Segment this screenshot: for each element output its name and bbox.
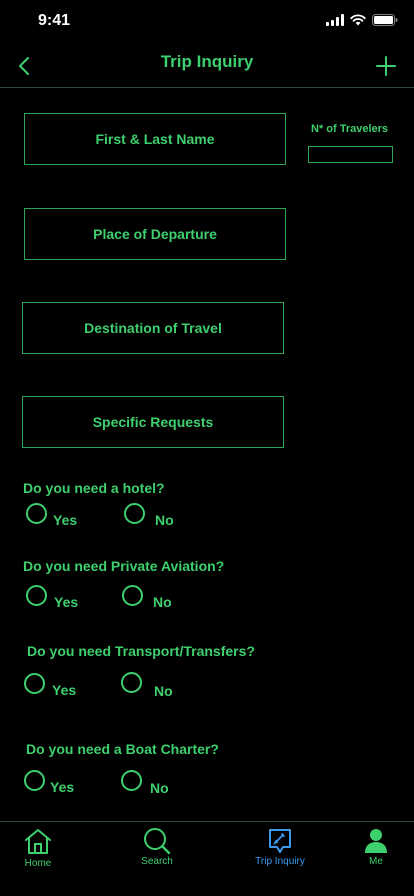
tab-me[interactable]: Me	[336, 822, 414, 882]
status-icons	[326, 14, 398, 26]
hotel-question: Do you need a hotel?	[23, 480, 165, 496]
departure-field-label: Place of Departure	[93, 226, 217, 242]
tab-search-label: Search	[141, 856, 173, 867]
tab-bar: Home Search Trip Inquiry Me	[0, 821, 414, 896]
plus-icon	[376, 56, 396, 76]
add-button[interactable]	[374, 54, 398, 78]
tab-me-label: Me	[369, 856, 383, 867]
nav-bar: Trip Inquiry	[0, 44, 414, 88]
aviation-no-label: No	[153, 594, 172, 610]
hotel-yes-label: Yes	[53, 512, 78, 528]
wifi-icon	[350, 14, 366, 26]
tab-home-label: Home	[24, 858, 52, 869]
departure-field[interactable]: Place of Departure	[24, 208, 286, 260]
name-field[interactable]: First & Last Name	[24, 113, 286, 165]
tab-home[interactable]: Home	[0, 822, 78, 882]
transport-no-radio[interactable]	[121, 672, 142, 693]
aviation-no-radio[interactable]	[122, 585, 143, 606]
search-icon	[144, 828, 171, 855]
home-icon	[25, 829, 51, 854]
boat-no-label: No	[150, 780, 169, 796]
status-bar: 9:41	[0, 0, 414, 44]
tab-search[interactable]: Search	[117, 822, 197, 882]
requests-field-label: Specific Requests	[92, 414, 214, 430]
transport-question: Do you need Transport/Transfers?	[27, 643, 255, 659]
person-icon	[365, 829, 387, 853]
destination-field-label: Destination of Travel	[84, 320, 222, 336]
hotel-no-radio[interactable]	[124, 503, 145, 524]
aviation-yes-radio[interactable]	[26, 585, 47, 606]
status-time: 9:41	[38, 12, 71, 29]
tab-trip-inquiry-label: Trip Inquiry	[255, 856, 305, 867]
transport-no-label: No	[154, 683, 173, 699]
battery-icon	[372, 14, 398, 26]
name-field-label: First & Last Name	[95, 131, 215, 147]
page-title: Trip Inquiry	[160, 52, 254, 71]
boat-yes-label: Yes	[50, 779, 75, 795]
transport-yes-radio[interactable]	[24, 673, 45, 694]
aviation-yes-label: Yes	[54, 594, 79, 610]
hotel-yes-radio[interactable]	[26, 503, 47, 524]
requests-field[interactable]: Specific Requests	[22, 396, 284, 448]
destination-field[interactable]: Destination of Travel	[22, 302, 284, 354]
aviation-question: Do you need Private Aviation?	[23, 558, 225, 574]
travelers-label: N* of Travelers	[311, 123, 389, 135]
tab-trip-inquiry[interactable]: Trip Inquiry	[240, 822, 320, 882]
travelers-input[interactable]	[308, 146, 393, 163]
boat-question: Do you need a Boat Charter?	[26, 741, 219, 757]
boat-yes-radio[interactable]	[24, 770, 45, 791]
hotel-no-label: No	[155, 512, 174, 528]
boat-no-radio[interactable]	[121, 770, 142, 791]
transport-yes-label: Yes	[52, 682, 77, 698]
signal-icon	[326, 14, 344, 26]
edit-icon	[269, 829, 291, 853]
